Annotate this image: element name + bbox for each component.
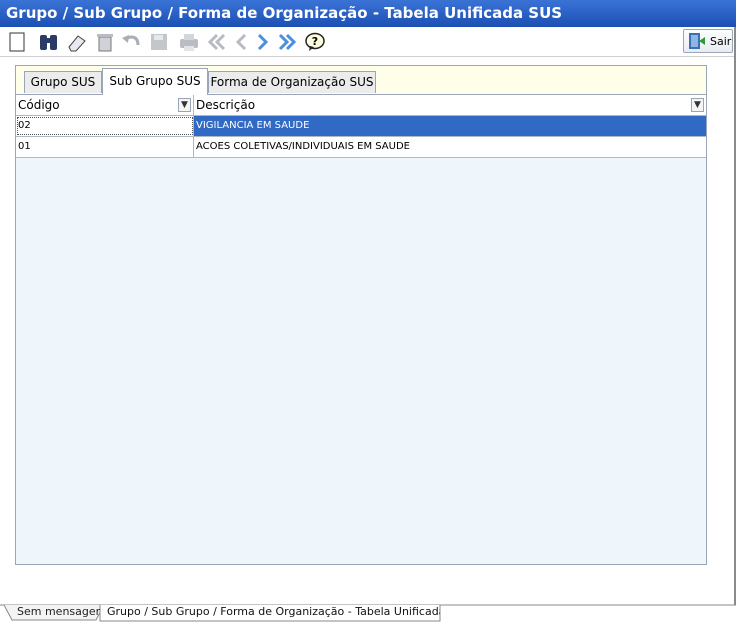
save-button[interactable]: [148, 31, 170, 53]
column-header-descricao[interactable]: Descrição: [194, 95, 706, 115]
cell-codigo[interactable]: 02: [16, 116, 194, 136]
new-button[interactable]: [6, 31, 28, 53]
first-record-button[interactable]: [206, 31, 228, 53]
toolbar: ? Sair: [0, 27, 736, 57]
last-record-button[interactable]: [276, 31, 298, 53]
chevron-down-icon: ▼: [694, 100, 701, 110]
undo-button[interactable]: [120, 31, 142, 53]
data-grid: Código ▼ Descrição ▼ 02 VIGILANCIA EM SA…: [16, 95, 706, 158]
save-icon: [151, 34, 167, 50]
cell-descricao[interactable]: ACOES COLETIVAS/INDIVIDUAIS EM SAUDE: [194, 137, 706, 157]
main-panel: Grupo SUS Sub Grupo SUS Forma de Organiz…: [15, 65, 707, 565]
cell-codigo[interactable]: 01: [16, 137, 194, 157]
chevron-down-icon: ▼: [181, 100, 188, 110]
grid-header: Código ▼ Descrição ▼: [16, 95, 706, 116]
help-icon: ?: [305, 32, 325, 51]
status-tab-current-form[interactable]: Grupo / Sub Grupo / Forma de Organização…: [104, 604, 440, 621]
printer-icon: [180, 34, 198, 51]
edit-button[interactable]: [66, 31, 88, 53]
window-title: Grupo / Sub Grupo / Forma de Organização…: [0, 0, 736, 27]
eraser-icon: [68, 35, 86, 52]
exit-door-icon: [689, 33, 705, 49]
svg-text:?: ?: [312, 35, 318, 48]
binoculars-icon: [40, 35, 57, 50]
tab-forma-de-organizacao-sus[interactable]: Forma de Organização SUS: [208, 71, 376, 93]
exit-button[interactable]: Sair: [683, 29, 733, 53]
undo-icon: [122, 35, 140, 46]
double-chevron-left-icon: [207, 33, 226, 51]
new-document-icon: [9, 32, 25, 52]
trash-icon: [97, 34, 113, 52]
chevron-right-icon: [257, 33, 269, 51]
column-header-descricao-label: Descrição: [196, 98, 256, 112]
print-button[interactable]: [178, 31, 200, 53]
previous-record-button[interactable]: [230, 31, 252, 53]
tab-sub-grupo-sus[interactable]: Sub Grupo SUS: [102, 68, 208, 95]
tab-grupo-sus[interactable]: Grupo SUS: [24, 71, 102, 93]
search-button[interactable]: [38, 31, 60, 53]
delete-button[interactable]: [94, 31, 116, 53]
descricao-filter-dropdown[interactable]: ▼: [691, 98, 704, 112]
status-bar: Sem mensagens Grupo / Sub Grupo / Forma …: [0, 604, 736, 622]
cell-descricao[interactable]: VIGILANCIA EM SAUDE: [194, 116, 706, 136]
tab-strip: Grupo SUS Sub Grupo SUS Forma de Organiz…: [16, 66, 706, 95]
column-header-codigo-label: Código: [18, 98, 60, 112]
status-tab-messages[interactable]: Sem mensagens: [14, 604, 100, 621]
next-record-button[interactable]: [252, 31, 274, 53]
column-header-codigo[interactable]: Código: [16, 95, 194, 115]
table-row[interactable]: 02 VIGILANCIA EM SAUDE: [16, 116, 706, 137]
exit-label: Sair: [710, 34, 732, 48]
chevron-left-icon: [235, 33, 247, 51]
table-row[interactable]: 01 ACOES COLETIVAS/INDIVIDUAIS EM SAUDE: [16, 137, 706, 158]
codigo-filter-dropdown[interactable]: ▼: [178, 98, 191, 112]
help-button[interactable]: ?: [304, 31, 326, 53]
double-chevron-right-icon: [278, 33, 297, 51]
